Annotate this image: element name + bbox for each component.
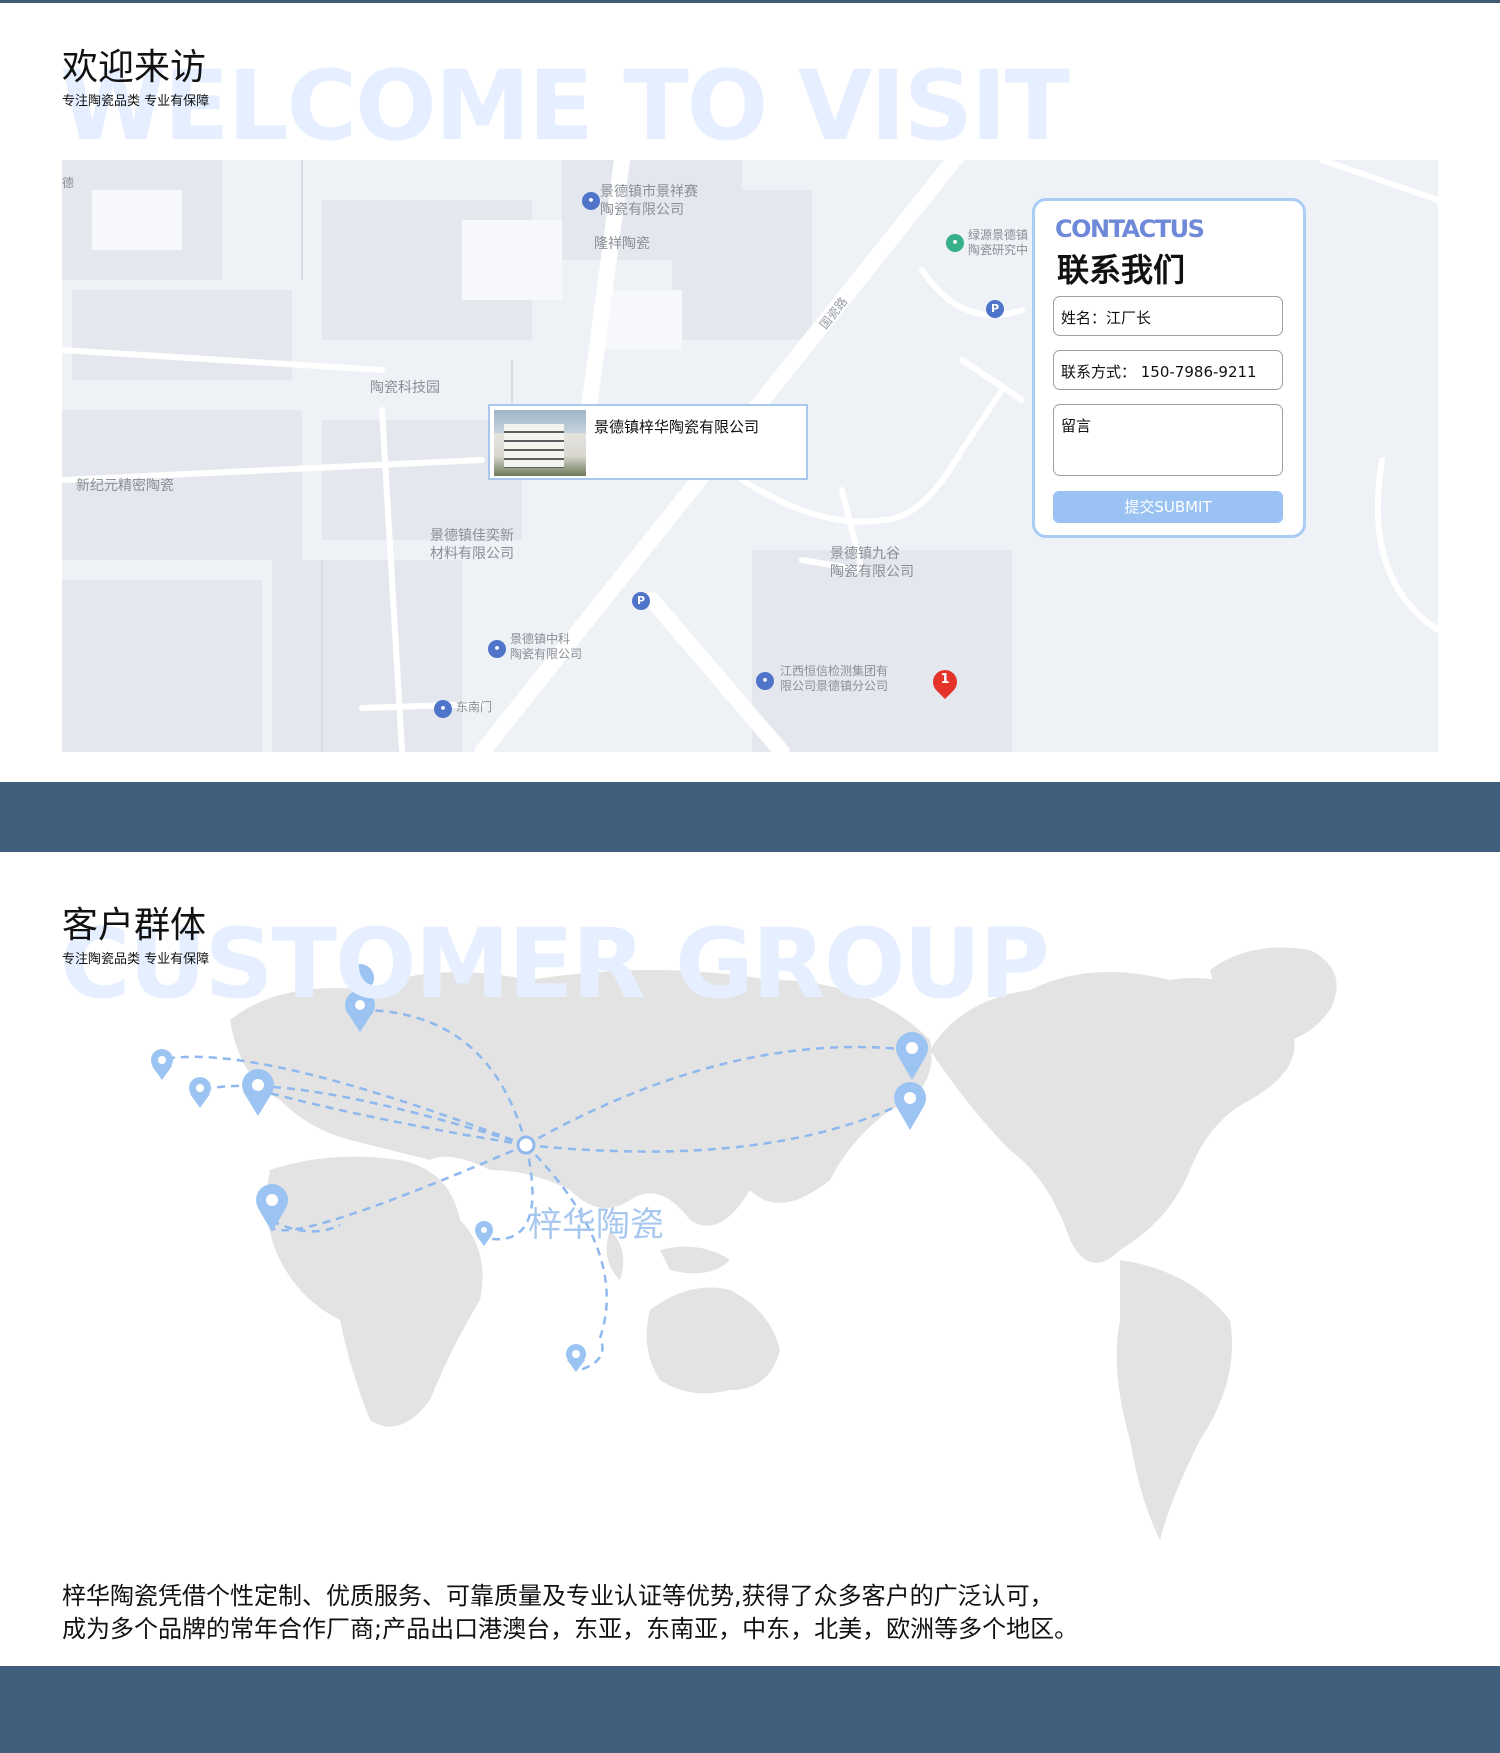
location-marker-number: 1: [940, 672, 950, 687]
customers-header: CUSTOMER GROUP 客户群体 专注陶瓷品类 专业有保障: [60, 906, 1060, 1016]
metro-icon[interactable]: •: [434, 700, 452, 718]
map-label-jingxiangsai: 景德镇市景祥赛 陶瓷有限公司: [600, 184, 698, 218]
name-field[interactable]: 姓名：江厂长: [1053, 296, 1283, 336]
visit-title: 欢迎来访: [62, 47, 207, 88]
map-label-longxiang: 隆祥陶瓷: [594, 236, 650, 252]
customers-description: 梓华陶瓷凭借个性定制、优质服务、可靠质量及专业认证等优势,获得了众多客户的广泛认…: [62, 1580, 1078, 1646]
map-label-dongnanmen: 东南门: [456, 700, 493, 714]
description-line: 梓华陶瓷凭借个性定制、优质服务、可靠质量及专业认证等优势,获得了众多客户的广泛认…: [62, 1582, 1054, 1610]
map-poi-icon[interactable]: •: [946, 234, 964, 252]
company-popup[interactable]: 景德镇梓华陶瓷有限公司: [488, 404, 808, 480]
company-popup-name: 景德镇梓华陶瓷有限公司: [594, 418, 760, 436]
submit-button[interactable]: 提交SUBMIT: [1053, 491, 1283, 523]
map-label-zhongke: 景德镇中科 陶瓷有限公司: [510, 632, 583, 661]
parking-icon[interactable]: P: [986, 300, 1004, 318]
map-label-jiayi: 景德镇佳奕新 材料有限公司: [430, 528, 514, 562]
map-poi-icon[interactable]: •: [756, 672, 774, 690]
map-label-lvyuan: 绿源景德镇 陶瓷研究中: [968, 228, 1029, 257]
map-label-xinjiyuan: 新纪元精密陶瓷: [76, 478, 174, 494]
customers-subtitle: 专注陶瓷品类 专业有保障: [62, 952, 210, 967]
map-label-keji: 陶瓷科技园: [370, 380, 440, 396]
parking-icon[interactable]: P: [632, 592, 650, 610]
map-label-jiugu: 景德镇九谷 陶瓷有限公司: [830, 546, 914, 580]
customers-title: 客户群体: [62, 905, 207, 946]
contact-title-en: CONTACTUS: [1055, 215, 1205, 243]
contact-title-cn: 联系我们: [1057, 251, 1186, 289]
world-center-label: 梓华陶瓷: [528, 1205, 664, 1245]
top-border: [0, 0, 1500, 3]
phone-field[interactable]: 联系方式： 150-7986-9211: [1053, 350, 1283, 390]
map-poi-icon[interactable]: •: [582, 192, 600, 210]
map-label-hengxin: 江西恒信检测集团有 限公司景德镇分公司: [780, 664, 889, 693]
visit-header: WELCOME TO VISIT 欢迎来访 专注陶瓷品类 专业有保障: [60, 47, 1070, 158]
visit-ghost-title: WELCOME TO VISIT: [60, 50, 1070, 162]
map-label-edge: 德: [62, 176, 75, 190]
footer-band: [0, 1666, 1500, 1753]
description-line: 成为多个品牌的常年合作厂商;产品出口港澳台，东亚，东南亚，中东，北美，欧洲等多个…: [62, 1615, 1079, 1643]
contact-card: CONTACTUS 联系我们 姓名：江厂长 联系方式： 150-7986-921…: [1032, 198, 1306, 538]
divider-band: [0, 782, 1500, 852]
visit-subtitle: 专注陶瓷品类 专业有保障: [62, 94, 210, 109]
map-poi-icon[interactable]: •: [488, 640, 506, 658]
message-field[interactable]: 留言: [1053, 404, 1283, 476]
company-photo: [494, 410, 586, 476]
